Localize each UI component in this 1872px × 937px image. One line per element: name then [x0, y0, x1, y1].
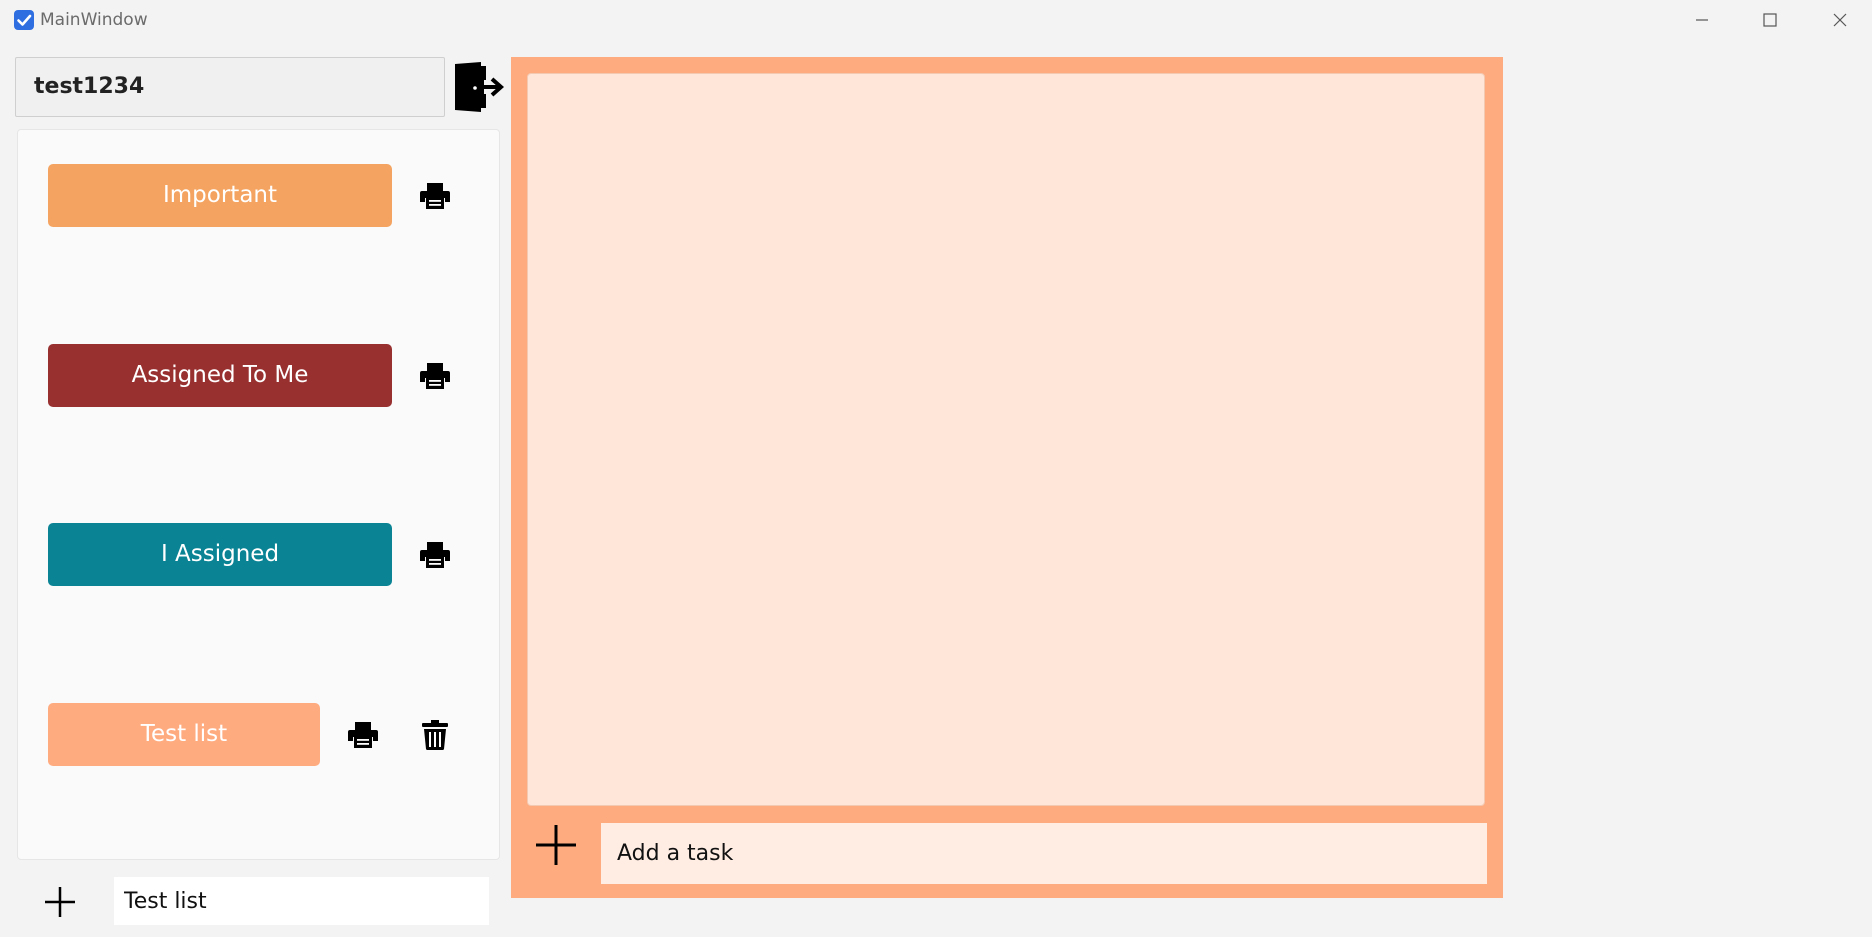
print-button-test-list[interactable] — [343, 715, 383, 755]
print-button-i-assigned[interactable] — [415, 535, 455, 575]
lists-panel: Important Assigned To Me I Assigned Test… — [17, 129, 500, 860]
logout-door-icon — [455, 62, 505, 112]
add-task-input[interactable] — [601, 823, 1487, 884]
close-button[interactable] — [1810, 0, 1870, 40]
list-button-assigned-to-me[interactable]: Assigned To Me — [48, 344, 392, 407]
task-list-area[interactable] — [527, 73, 1485, 806]
minimize-button[interactable] — [1672, 0, 1732, 40]
print-icon — [420, 542, 450, 568]
checkbox-icon — [14, 10, 34, 30]
print-icon — [348, 722, 378, 748]
print-icon — [420, 183, 450, 209]
list-button-i-assigned[interactable]: I Assigned — [48, 523, 392, 586]
maximize-icon — [1763, 13, 1777, 27]
list-button-test-list[interactable]: Test list — [48, 703, 320, 766]
delete-button-test-list[interactable] — [415, 715, 455, 755]
print-icon — [420, 363, 450, 389]
print-button-assigned-to-me[interactable] — [415, 356, 455, 396]
print-button-important[interactable] — [415, 176, 455, 216]
logout-button[interactable] — [453, 60, 505, 114]
trash-icon — [422, 720, 448, 750]
add-list-button[interactable] — [40, 882, 80, 922]
add-task-button[interactable] — [532, 821, 580, 869]
list-button-important[interactable]: Important — [48, 164, 392, 227]
task-panel — [511, 57, 1503, 898]
title-bar: MainWindow — [0, 0, 1872, 40]
close-icon — [1833, 13, 1847, 27]
plus-icon — [45, 887, 75, 917]
minimize-icon — [1696, 19, 1708, 21]
maximize-button[interactable] — [1740, 0, 1800, 40]
window-title: MainWindow — [40, 10, 148, 30]
username-field: test1234 — [15, 57, 445, 117]
new-list-input[interactable] — [114, 877, 489, 925]
plus-icon — [536, 825, 576, 865]
